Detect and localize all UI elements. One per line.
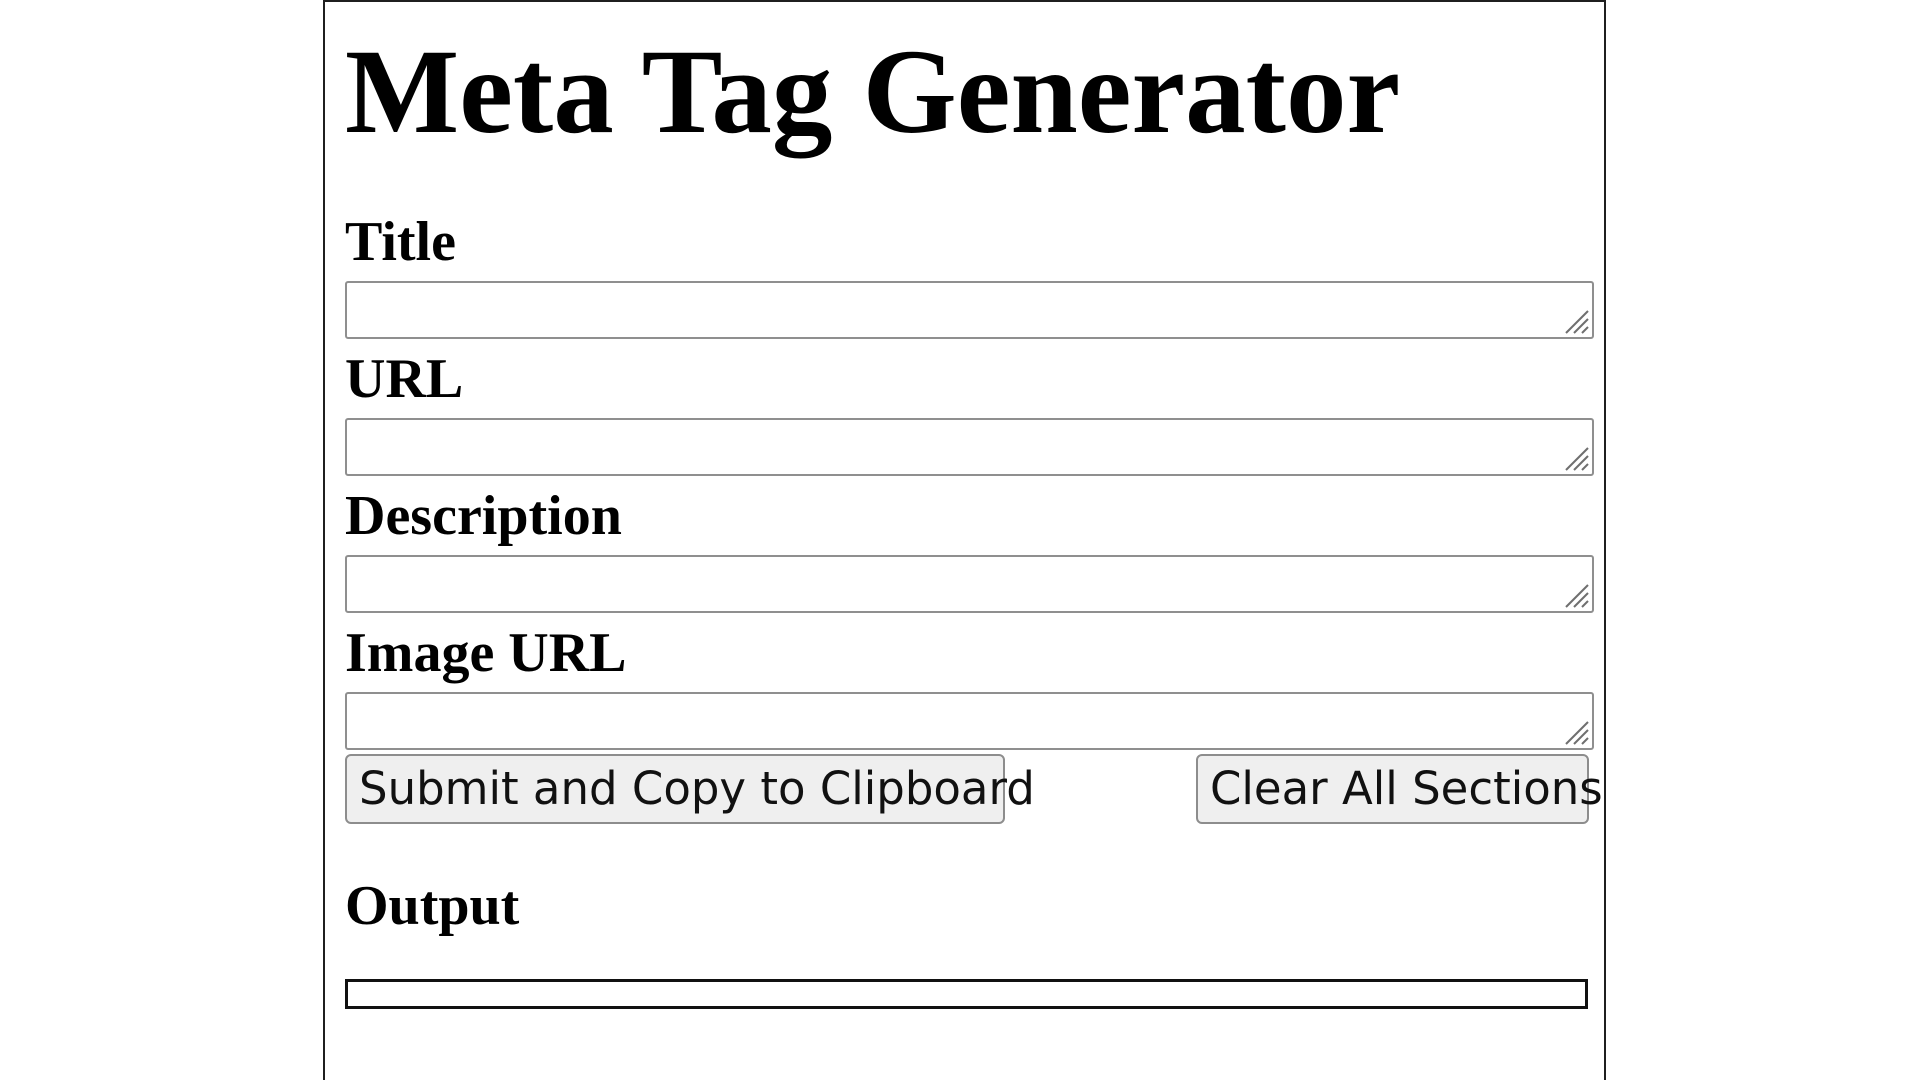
clear-all-button[interactable]: Clear All Sections — [1196, 754, 1603, 824]
title-field-wrapper — [345, 281, 1594, 339]
output-box — [345, 979, 1588, 1009]
url-label: URL — [345, 348, 464, 410]
title-input[interactable] — [345, 281, 1594, 339]
title-label: Title — [345, 211, 456, 273]
image-url-input[interactable] — [345, 692, 1594, 750]
submit-copy-button[interactable]: Submit and Copy to Clipboard — [345, 754, 1035, 824]
url-field-wrapper — [345, 418, 1594, 476]
output-heading: Output — [345, 875, 520, 937]
url-input[interactable] — [345, 418, 1594, 476]
description-input[interactable] — [345, 555, 1594, 613]
page-title: Meta Tag Generator — [345, 25, 1401, 159]
description-field-wrapper — [345, 555, 1594, 613]
description-label: Description — [345, 485, 622, 547]
page-container: Meta Tag Generator Title URL Description — [323, 0, 1606, 1080]
image-url-field-wrapper — [345, 692, 1594, 750]
image-url-label: Image URL — [345, 622, 627, 684]
